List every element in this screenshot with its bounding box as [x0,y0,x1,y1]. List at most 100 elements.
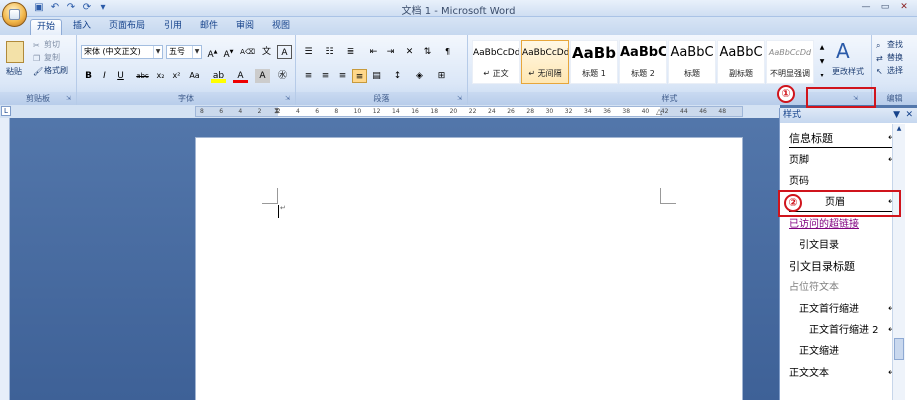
font-name-combo[interactable]: 宋体 (中文正文) ▼ [81,45,163,59]
right-indent-marker-icon[interactable]: △ [656,107,662,116]
style-item-footer[interactable]: 页脚↵a [789,151,901,170]
scroll-up-icon[interactable]: ▲ [894,125,904,135]
style-item-body-text[interactable]: 正文文本↵a [789,364,901,383]
indent-marker-icon[interactable]: ⧗ [274,106,280,116]
distribute-icon[interactable]: ▤ [369,69,384,83]
ruler-tick-label: 18 [430,108,439,115]
dialog-launcher-icon[interactable]: ⇲ [457,95,465,103]
minimize-button[interactable]: — [857,1,875,15]
align-center-icon[interactable]: ≡ [318,69,333,83]
copy-button[interactable]: ❐ 复制 [33,52,60,63]
style-item-body-first-indent-2[interactable]: 正文首行缩进 2↵a [789,321,901,340]
bold-icon[interactable]: B [81,69,96,83]
ruler-tick-label: 36 [603,108,611,115]
tab-insert[interactable]: 插入 [67,19,97,35]
line-spacing-icon[interactable]: ↕ [390,69,405,83]
style-item-page-number[interactable]: 页码a [789,172,901,191]
multilevel-list-icon[interactable]: ≣ [343,45,358,59]
show-marks-icon[interactable]: ¶ [440,45,455,59]
scroll-thumb[interactable] [894,338,904,360]
style-item-table-of-authorities[interactable]: 引文目录↵ [789,236,901,255]
pane-close-icon[interactable]: ✕ [905,108,913,123]
paste-button[interactable]: 粘贴 [6,66,22,77]
undo-icon[interactable]: ↶ [49,2,61,14]
decrease-indent-icon[interactable]: ⇤ [366,45,381,59]
repeat-icon[interactable]: ⟳ [81,2,93,14]
change-case-icon[interactable]: Aa [187,69,202,83]
char-shading-icon[interactable]: A [255,69,270,83]
increase-indent-icon[interactable]: ⇥ [383,45,398,59]
justify-icon[interactable]: ≡ [352,69,367,83]
horizontal-ruler[interactable]: 8 6 4 2 2 4 6 8 10 12 14 16 18 20 22 24 26 28 30 32 34 36 38 40… [195,106,743,117]
align-left-icon[interactable]: ≡ [301,69,316,83]
char-border-icon[interactable]: A [277,45,292,59]
style-item-body-first-indent[interactable]: 正文首行缩进↵a [789,300,901,319]
numbering-icon[interactable]: ☷ [322,45,337,59]
maximize-button[interactable]: ▭ [876,1,894,15]
style-item-toa-heading[interactable]: 引文目录标题↵ [789,257,901,276]
tab-view[interactable]: 视图 [266,19,296,35]
redo-icon[interactable]: ↷ [65,2,77,14]
office-button[interactable] [2,2,27,27]
styles-scroll-down-icon[interactable]: ▼ [817,55,827,69]
phonetic-guide-icon[interactable]: 文 [259,45,274,59]
style-subtitle[interactable]: AaBbC 副标题 [717,40,765,84]
grow-font-icon[interactable]: A▲ [205,45,220,60]
text-cursor [278,205,279,218]
italic-icon[interactable]: I [97,69,112,83]
styles-pane-scrollbar[interactable]: ▲ [892,124,905,400]
styles-scroll-up-icon[interactable]: ▲ [817,41,827,55]
close-button[interactable]: ✕ [895,1,913,15]
chinese-layout-icon[interactable]: ✕ [402,45,417,59]
tab-references[interactable]: 引用 [158,19,188,35]
underline-icon[interactable]: U [113,69,128,83]
subscript-icon[interactable]: x₂ [153,69,168,83]
ruler-tick-label: 12 [372,108,381,115]
tab-mailings[interactable]: 邮件 [194,19,224,35]
tab-review[interactable]: 审阅 [230,19,260,35]
enclose-char-icon[interactable]: ㊌ [275,69,290,83]
customize-icon[interactable]: ▾ [97,2,109,14]
select-button[interactable]: ↖ 选择 [876,65,903,76]
replace-icon: ⇄ [876,54,883,63]
bullets-icon[interactable]: ☰ [301,45,316,59]
format-painter-button[interactable]: 🖌格式刷 [33,65,68,76]
ruler-toggle-icon[interactable]: L [1,106,11,116]
dialog-launcher-icon[interactable]: ⇲ [285,95,293,103]
document-page[interactable]: ↵ [195,137,743,400]
styles-more-icon[interactable]: ▾ [817,69,827,83]
style-subtle-emphasis[interactable]: AaBbCcDd 不明显强调 [766,40,814,84]
find-button[interactable]: ⌕ 查找 [876,39,903,50]
sort-icon[interactable]: ⇅ [420,45,435,59]
tab-page-layout[interactable]: 页面布局 [104,19,150,35]
shading-icon[interactable]: ◈ [412,69,427,83]
superscript-icon[interactable]: x² [169,69,184,83]
highlight-icon[interactable]: ab [211,69,226,83]
shrink-font-icon[interactable]: A▼ [221,45,236,60]
style-heading-2[interactable]: AaBbC 标题 2 [619,40,667,84]
font-color-icon[interactable]: A [233,69,248,83]
save-icon[interactable]: ▣ [33,2,45,14]
style-item-followed-hyperlink[interactable]: 已访问的超链接a [789,215,901,234]
style-item-message-header[interactable]: 信息标题↵a [789,129,901,148]
tab-home[interactable]: 开始 [30,19,62,35]
editing-label: 编辑 [872,92,917,105]
font-size-combo[interactable]: 五号 ▼ [166,45,202,59]
style-title[interactable]: AaBbC 标题 [668,40,716,84]
style-item-placeholder-text[interactable]: 占位符文本a [789,278,901,297]
borders-icon[interactable]: ⊞ [434,69,449,83]
style-heading-1[interactable]: AaBb 标题 1 [570,40,618,84]
style-no-spacing[interactable]: AaBbCcDd ↵ 无间隔 [521,40,569,84]
align-right-icon[interactable]: ≡ [335,69,350,83]
cut-button[interactable]: ✂ 剪切 [33,39,60,50]
pane-menu-icon[interactable]: ▼ [893,108,900,123]
clear-format-icon[interactable]: A⌫ [240,45,255,59]
strikethrough-icon[interactable]: abc [135,69,150,83]
vertical-ruler[interactable] [0,118,10,400]
change-styles-button[interactable]: 更改样式 [832,66,864,77]
style-normal[interactable]: AaBbCcDd ↵ 正文 [472,40,520,84]
ruler-tick-label: 26 [507,108,515,115]
replace-button[interactable]: ⇄ 替换 [876,52,903,63]
style-item-body-indent[interactable]: 正文缩进↵ [789,342,901,361]
dialog-launcher-icon[interactable]: ⇲ [66,95,74,103]
